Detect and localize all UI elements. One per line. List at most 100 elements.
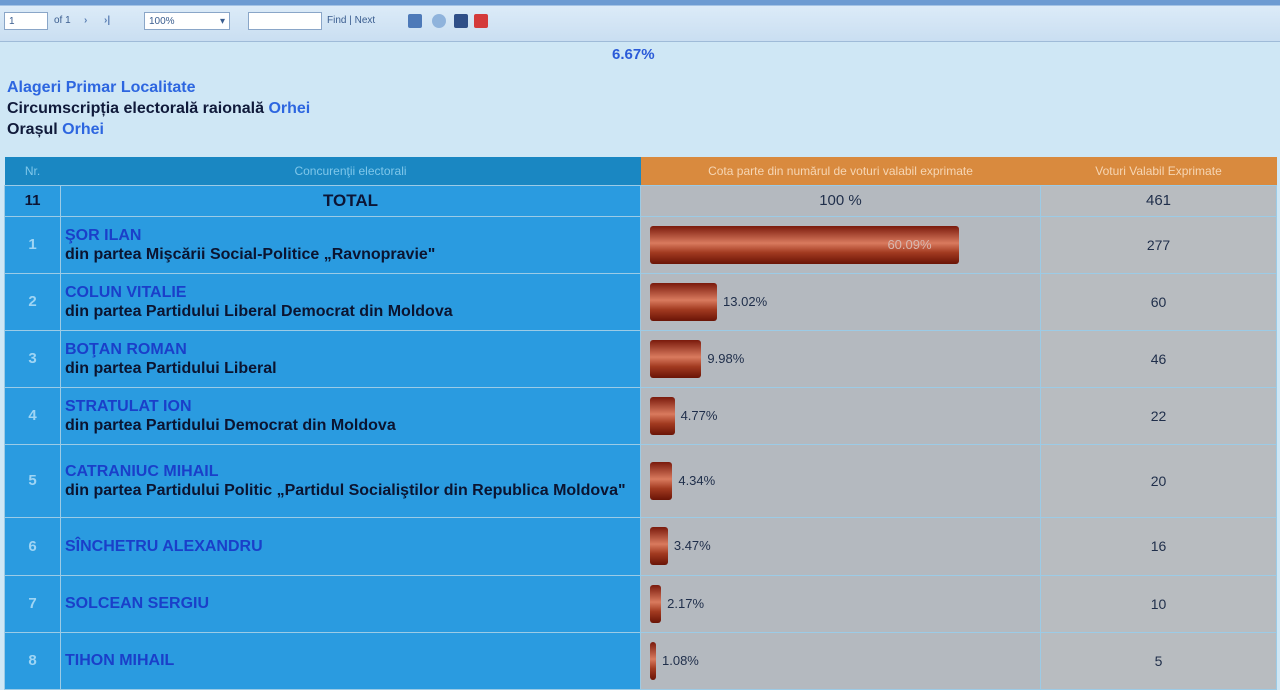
share-cell: 9.98% [640,329,1041,388]
circumscription-label: Circumscripția electorală raională [7,100,264,117]
column-header-votes: Voturi Valabil Exprimate [1040,157,1277,185]
print-icon[interactable] [454,14,468,28]
candidate-name[interactable]: COLUN VITALIE [65,283,640,302]
candidate-name[interactable]: ŞOR ILAN [65,226,640,245]
share-percent-label: 1.08% [662,652,699,668]
candidate-party: din partea Partidului Politic „Partidul … [65,481,626,499]
candidate-party: din partea Mişcării Social-Politice „Rav… [65,245,436,263]
candidate-name[interactable]: TIHON MIHAIL [65,651,640,670]
candidate-cell: ŞOR ILAN din partea Mişcării Social-Polit… [60,215,641,274]
candidate-cell: TIHON MIHAIL [60,631,641,690]
circumscription-line: Circumscripția electorală raională Orhei [7,98,310,119]
total-votes: 461 [1040,184,1277,217]
candidate-name[interactable]: SÎNCHETRU ALEXANDRU [65,537,640,556]
zoom-value: 100% [149,16,175,27]
table-row: 8 TIHON MIHAIL 1.08% 5 [4,631,1277,690]
row-nr: 7 [4,574,61,633]
column-header-share: Cota parte din numărul de voturi valabil… [640,157,1041,185]
chevron-down-icon: ▾ [219,16,225,27]
circumscription-value: Orhei [268,100,311,117]
share-bar-wrap: 60.09% [650,225,1250,264]
table-header-row: Nr. Concurenţii electorali Cota parte di… [4,157,1277,185]
share-cell: 3.47% [640,516,1041,576]
table-row: 3 BOŢAN ROMAN din partea Partidului Libera… [4,329,1277,388]
city-value: Orhei [62,121,104,138]
candidate-cell: SOLCEAN SERGIU [60,574,641,633]
share-bar-wrap: 1.08% [650,641,1250,680]
share-bar [650,641,656,680]
share-cell: 4.77% [640,386,1041,445]
share-percent-label: 2.17% [667,595,705,611]
candidate-party: din partea Partidului Liberal Democrat d… [65,302,453,320]
report-title: Alageri Primar Localitate [7,79,196,96]
share-cell: 1.08% [640,631,1041,690]
find-input[interactable] [248,12,322,30]
last-page-icon[interactable]: ›| [104,12,110,30]
share-bar [650,584,662,623]
candidate-name[interactable]: SOLCEAN SERGIU [65,594,640,613]
candidate-party: din partea Partidului Democrat din Moldo… [65,416,396,434]
top-percent: 6.67% [612,46,655,63]
share-percent-label: 3.47% [673,538,711,553]
candidate-cell: SÎNCHETRU ALEXANDRU [60,516,641,576]
table-row: 6 SÎNCHETRU ALEXANDRU 3.47% 16 [4,516,1277,576]
row-nr: 3 [4,329,61,388]
candidate-name[interactable]: BOŢAN ROMAN [65,340,640,359]
share-percent-label: 9.98% [707,350,745,366]
row-nr: 1 [4,215,61,274]
share-bar-wrap: 4.34% [650,461,1250,500]
page-number-input[interactable]: 1 [4,12,48,30]
table-row: 2 COLUN VITALIE din partea Partidului Libe… [4,272,1277,331]
find-next-link[interactable]: Find | Next [327,12,375,30]
row-nr: 8 [4,631,61,690]
candidate-cell: CATRANIUC MIHAIL din partea Partidului Po… [60,443,641,518]
share-bar-wrap: 9.98% [650,339,1250,378]
share-cell: 13.02% [640,272,1041,331]
table-row: 4 STRATULAT ION din partea Partidului Demo… [4,386,1277,445]
share-bar-wrap: 13.02% [650,282,1250,321]
total-row: 11 TOTAL 100 % 461 [4,184,1277,217]
share-cell: 4.34% [640,443,1041,518]
candidate-cell: STRATULAT ION din partea Partidului Democ… [60,386,641,445]
share-bar [650,282,718,321]
row-nr: 2 [4,272,61,331]
share-percent-label: 4.34% [678,472,716,488]
share-cell: 2.17% [640,574,1041,633]
candidate-name[interactable]: STRATULAT ION [65,397,640,416]
share-percent-label: 4.77% [680,407,718,423]
total-percent: 100 % [640,184,1041,217]
row-nr: 4 [4,386,61,445]
share-cell: 60.09% [640,215,1041,274]
share-percent-label: 13.02% [723,293,768,309]
share-bar [650,396,675,435]
city-label: Orașul [7,121,58,138]
table-row: 1 ŞOR ILAN din partea Mişcării Social-Poli… [4,215,1277,274]
column-header-nr: Nr. [4,157,61,185]
report-header: Alageri Primar Localitate Circumscripția… [7,77,310,140]
share-bar [650,461,673,500]
share-bar [650,527,668,565]
table-row: 5 CATRANIUC MIHAIL din partea Partidului P… [4,443,1277,518]
report-toolbar: 1 of 1 › ›| 100% ▾ Find | Next [0,0,1280,42]
next-page-icon[interactable]: › [84,12,87,30]
share-bar-wrap: 3.47% [650,527,1250,565]
results-table: Nr. Concurenţii electorali Cota parte di… [4,157,1277,690]
share-percent-label: 60.09% [887,236,932,252]
table-row: 7 SOLCEAN SERGIU 2.17% 10 [4,574,1277,633]
pdf-icon[interactable] [474,14,488,28]
total-label: TOTAL [60,184,641,217]
candidate-cell: COLUN VITALIE din partea Partidului Liber… [60,272,641,331]
city-line: Orașul Orhei [7,119,310,140]
column-header-candidates: Concurenţii electorali [60,157,641,185]
page-count-label: of 1 [54,15,71,26]
refresh-icon[interactable] [432,14,446,28]
share-bar [650,339,702,378]
share-bar-wrap: 2.17% [650,584,1250,623]
export-icon[interactable] [408,14,422,28]
share-bar-wrap: 4.77% [650,396,1250,435]
candidate-name[interactable]: CATRANIUC MIHAIL [65,462,640,481]
zoom-select[interactable]: 100% ▾ [144,12,230,30]
total-nr: 11 [4,184,61,217]
row-nr: 5 [4,443,61,518]
candidate-cell: BOŢAN ROMAN din partea Partidului Liberal [60,329,641,388]
